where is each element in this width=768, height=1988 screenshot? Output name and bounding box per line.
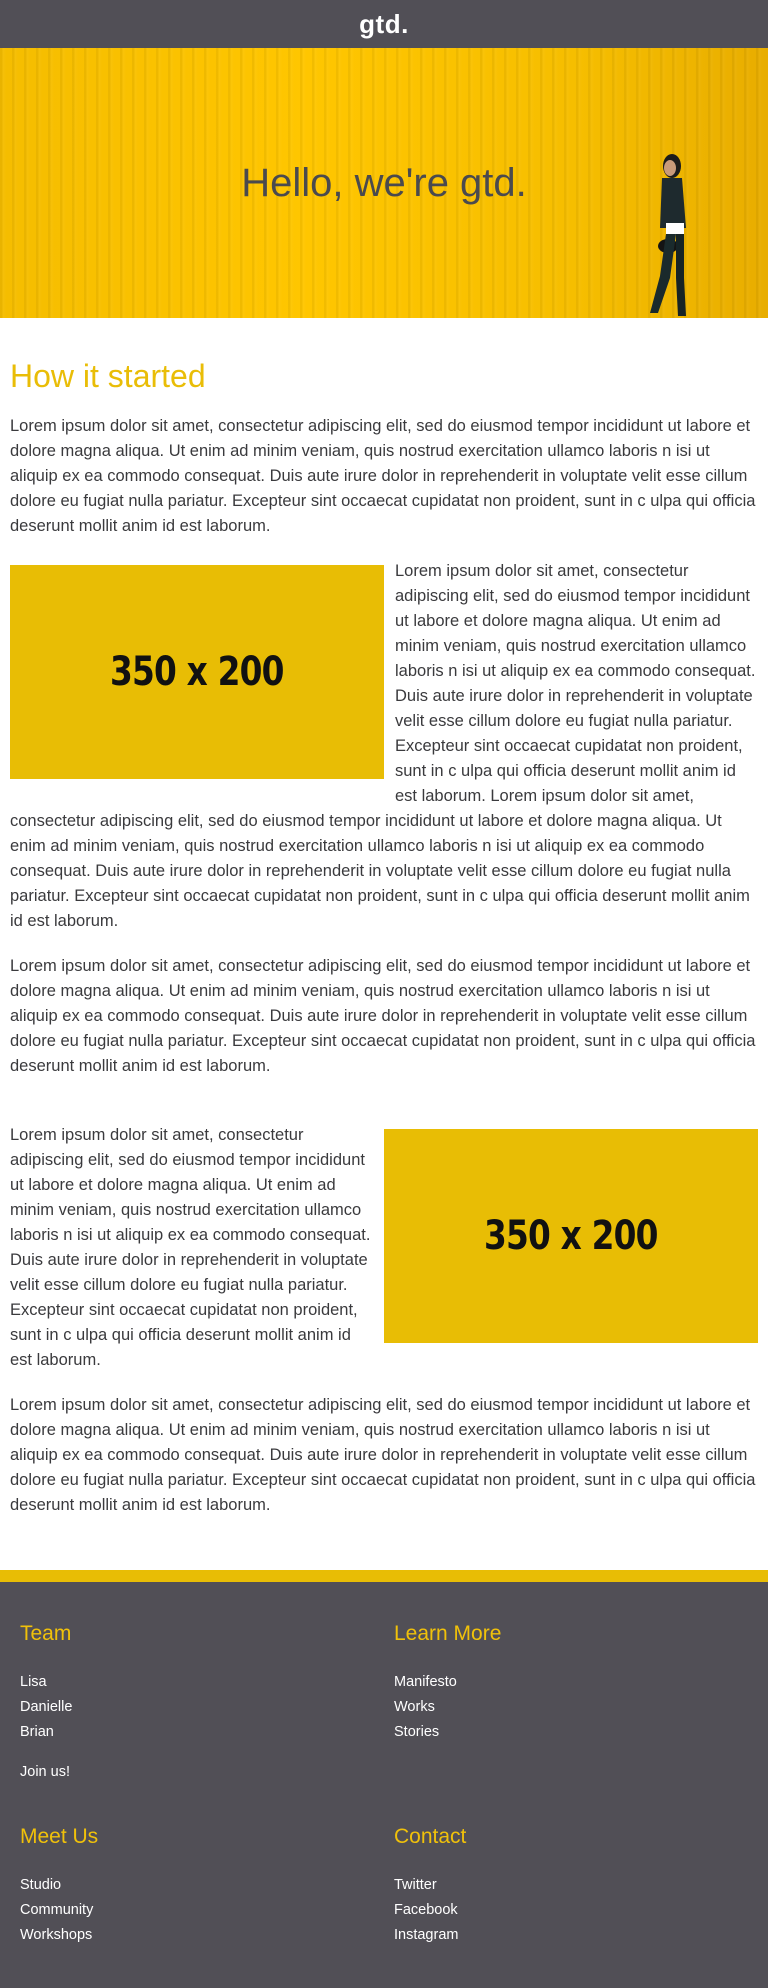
hero-title: Hello, we're gtd. [241, 160, 527, 205]
footer-link-manifesto[interactable]: Manifesto [394, 1670, 768, 1695]
walking-woman-illustration [650, 154, 686, 316]
top-bar: gtd. [0, 0, 768, 48]
footer-link-works[interactable]: Works [394, 1695, 768, 1720]
main-content: How it started Lorem ipsum dolor sit ame… [0, 356, 768, 1518]
placeholder-image-2: 350 x 200 [384, 1129, 758, 1343]
footer-learn-more-heading: Learn More [394, 1622, 502, 1645]
footer-link-twitter[interactable]: Twitter [394, 1873, 768, 1898]
footer-team-column: Team Lisa Danielle Brian Join us! [20, 1620, 394, 1785]
footer-contact-column: Contact Twitter Facebook Instagram [394, 1823, 768, 1948]
footer-link-studio[interactable]: Studio [20, 1873, 394, 1898]
paragraph-5: Lorem ipsum dolor sit amet, consectetur … [10, 1396, 756, 1514]
paragraph-3: Lorem ipsum dolor sit amet, consectetur … [10, 957, 756, 1075]
footer-team-heading: Team [20, 1622, 72, 1645]
hero-banner: Hello, we're gtd. [0, 48, 768, 318]
footer-meet-us-column: Meet Us Studio Community Workshops [20, 1823, 394, 1948]
footer-link-workshops[interactable]: Workshops [20, 1923, 394, 1948]
section-heading: How it started [10, 358, 206, 394]
paragraph-1: Lorem ipsum dolor sit amet, consectetur … [10, 417, 756, 535]
site-logo[interactable]: gtd. [359, 9, 409, 40]
footer-link-lisa[interactable]: Lisa [20, 1670, 394, 1695]
site-footer: Team Lisa Danielle Brian Join us! Learn … [0, 1582, 768, 1988]
footer-link-brian[interactable]: Brian [20, 1720, 394, 1745]
image-text-block-2: 350 x 200 Lorem ipsum dolor sit amet, co… [10, 1123, 758, 1393]
footer-link-instagram[interactable]: Instagram [394, 1923, 768, 1948]
footer-meet-us-heading: Meet Us [20, 1825, 99, 1848]
footer-link-danielle[interactable]: Danielle [20, 1695, 394, 1720]
placeholder-image-label: 350 x 200 [110, 649, 284, 695]
placeholder-image-1: 350 x 200 [10, 565, 384, 779]
footer-link-facebook[interactable]: Facebook [394, 1898, 768, 1923]
footer-link-join-us[interactable]: Join us! [20, 1760, 394, 1785]
footer-link-community[interactable]: Community [20, 1898, 394, 1923]
footer-link-stories[interactable]: Stories [394, 1720, 768, 1745]
footer-learn-more-column: Learn More Manifesto Works Stories [394, 1620, 768, 1785]
placeholder-image-label: 350 x 200 [484, 1213, 658, 1259]
footer-accent-stripe [0, 1570, 768, 1582]
footer-contact-heading: Contact [394, 1825, 467, 1848]
image-text-block-1: 350 x 200 Lorem ipsum dolor sit amet, co… [10, 559, 758, 954]
